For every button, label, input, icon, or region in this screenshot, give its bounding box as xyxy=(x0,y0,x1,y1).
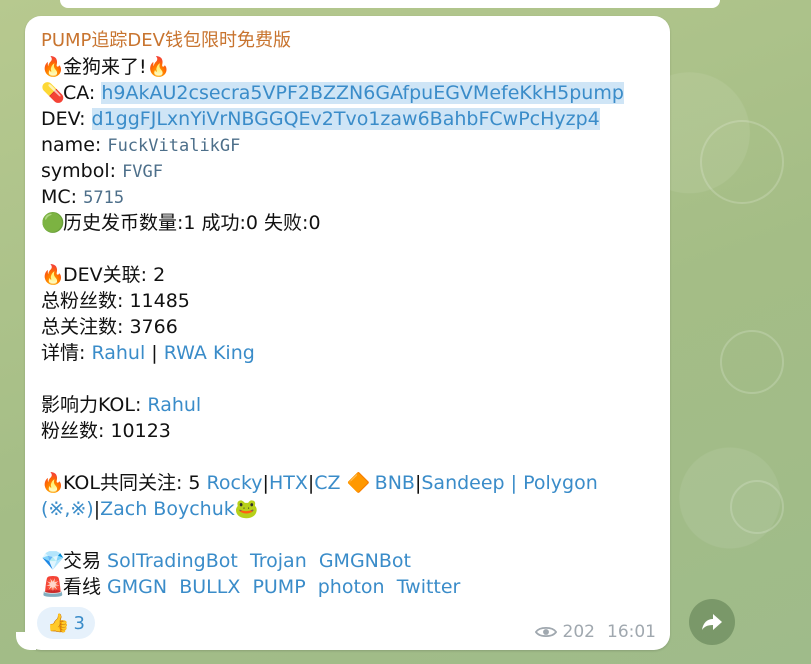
kol-link-rocky[interactable]: Rocky xyxy=(207,472,263,494)
frog-icon: 🐸 xyxy=(234,498,259,520)
watch-link-bullx[interactable]: BULLX xyxy=(179,576,240,598)
kol-link-bnb[interactable]: BNB xyxy=(375,472,415,494)
details-line: 详情: Rahul | RWA King xyxy=(41,342,255,364)
kol-common-line: 🔥KOL共同关注: 5 Rocky|HTX|CZ 🔶 BNB|Sandeep |… xyxy=(41,472,598,520)
watch-line: 🚨看线 GMGN BULLX PUMP photon Twitter xyxy=(41,576,461,598)
siren-icon: 🚨 xyxy=(41,576,65,598)
total-fans-line: 总粉丝数: 11485 xyxy=(41,290,190,312)
details-link-rwa-king[interactable]: RWA King xyxy=(164,342,255,364)
headline-line: 🔥金狗来了!🔥 xyxy=(41,56,171,78)
ca-address-link[interactable]: h9AkAU2csecra5VPF2BZZN6GAfpuEGVMefeKkH5p… xyxy=(101,82,624,104)
trade-link-soltradingbot[interactable]: SolTradingBot xyxy=(107,550,238,572)
kol-link-symbol[interactable]: (※,※) xyxy=(41,498,94,520)
reaction-button[interactable]: 👍 3 xyxy=(37,607,95,639)
forward-icon xyxy=(702,614,722,630)
message-text: PUMP追踪DEV钱包限时免费版 🔥金狗来了!🔥 💊CA: h9AkAU2cse… xyxy=(41,28,631,600)
green-circle-icon: 🟢 xyxy=(41,212,65,234)
orange-diamond-icon: 🔶 xyxy=(346,472,371,494)
symbol-line: symbol: FVGF xyxy=(41,160,164,182)
gem-icon: 💎 xyxy=(41,550,65,572)
watch-link-twitter[interactable]: Twitter xyxy=(397,576,461,598)
background-doodle xyxy=(730,480,784,534)
watch-link-pump[interactable]: PUMP xyxy=(252,576,305,598)
fire-icon: 🔥 xyxy=(146,56,171,78)
total-follow-line: 总关注数: 3766 xyxy=(41,316,178,338)
dev-address-link[interactable]: d1ggFJLxnYiVrNBGGQEv2Tvo1zaw6BahbFCwPcHy… xyxy=(91,108,600,130)
fire-icon: 🔥 xyxy=(41,472,65,494)
dev-link-line: 🔥DEV关联: 2 xyxy=(41,264,166,286)
details-link-rahul[interactable]: Rahul xyxy=(91,342,145,364)
fire-icon: 🔥 xyxy=(41,56,65,78)
name-line: name: FuckVitalikGF xyxy=(41,134,241,156)
background-doodle xyxy=(700,120,784,204)
mc-line: MC: 5715 xyxy=(41,186,125,208)
message-bubble-tail xyxy=(16,632,36,650)
reaction-count: 3 xyxy=(73,612,85,634)
kol-fans-line: 粉丝数: 10123 xyxy=(41,420,171,442)
message-meta: 202 16:01 xyxy=(534,622,656,642)
background-doodle xyxy=(720,330,784,394)
trade-link-gmgnbot[interactable]: GMGNBot xyxy=(319,550,411,572)
ca-line: 💊CA: h9AkAU2csecra5VPF2BZZN6GAfpuEGVMefe… xyxy=(41,82,624,104)
kol-link-rahul[interactable]: Rahul xyxy=(147,394,201,416)
thumbs-up-icon: 👍 xyxy=(47,612,70,634)
trade-link-trojan[interactable]: Trojan xyxy=(250,550,307,572)
eye-icon xyxy=(534,626,557,638)
message-title: PUMP追踪DEV钱包限时免费版 xyxy=(41,30,291,51)
kol-link-cz[interactable]: CZ xyxy=(314,472,340,494)
watch-link-photon[interactable]: photon xyxy=(318,576,385,598)
forward-button[interactable] xyxy=(689,599,735,645)
kol-link-htx[interactable]: HTX xyxy=(269,472,308,494)
message-time: 16:01 xyxy=(607,622,656,642)
token-symbol-value[interactable]: FVGF xyxy=(122,162,163,182)
kol-link-zach[interactable]: Zach Boychuk xyxy=(100,498,235,520)
view-count: 202 xyxy=(562,622,595,642)
token-name-value[interactable]: FuckVitalikGF xyxy=(107,136,240,156)
trade-line: 💎交易 SolTradingBot Trojan GMGNBot xyxy=(41,550,411,572)
pill-icon: 💊 xyxy=(41,82,65,104)
market-cap-value[interactable]: 5715 xyxy=(83,188,124,208)
watch-link-gmgn[interactable]: GMGN xyxy=(107,576,167,598)
kol-link-sandeep[interactable]: Sandeep | Polygon xyxy=(421,472,597,494)
history-line: 🟢历史发币数量:1 成功:0 失败:0 xyxy=(41,212,321,234)
previous-message-bubble xyxy=(60,0,720,8)
kol-line: 影响力KOL: Rahul xyxy=(41,394,202,416)
dev-line: DEV: d1ggFJLxnYiVrNBGGQEv2Tvo1zaw6BahbFC… xyxy=(41,108,600,130)
fire-icon: 🔥 xyxy=(41,264,65,286)
